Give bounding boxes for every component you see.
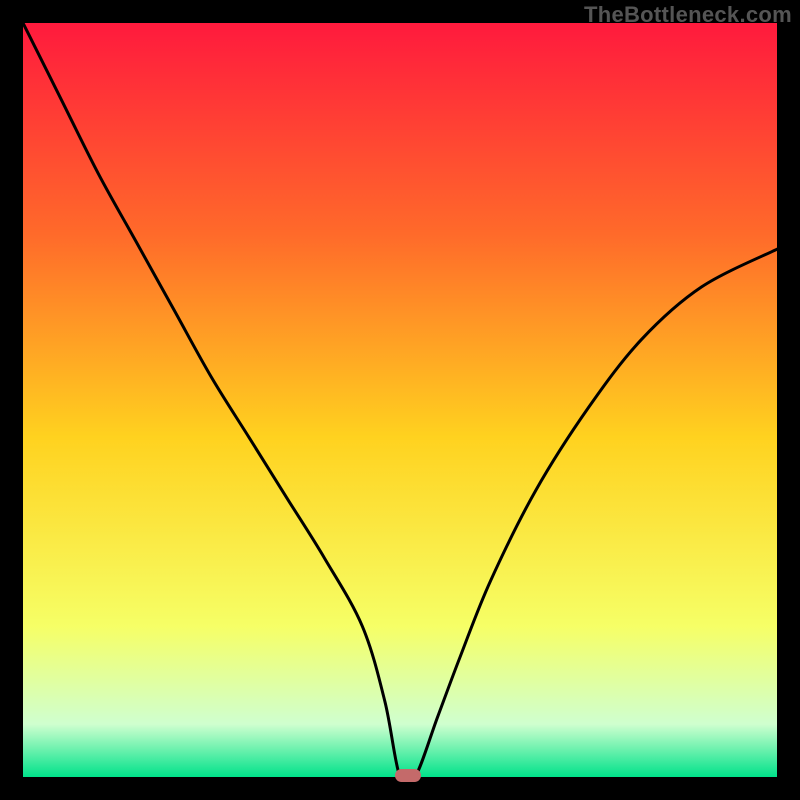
watermark-text: TheBottleneck.com bbox=[584, 2, 792, 28]
plot-area bbox=[23, 23, 777, 777]
plot-svg bbox=[23, 23, 777, 777]
chart-frame: TheBottleneck.com bbox=[0, 0, 800, 800]
optimum-marker bbox=[395, 769, 421, 782]
gradient-bg bbox=[23, 23, 777, 777]
